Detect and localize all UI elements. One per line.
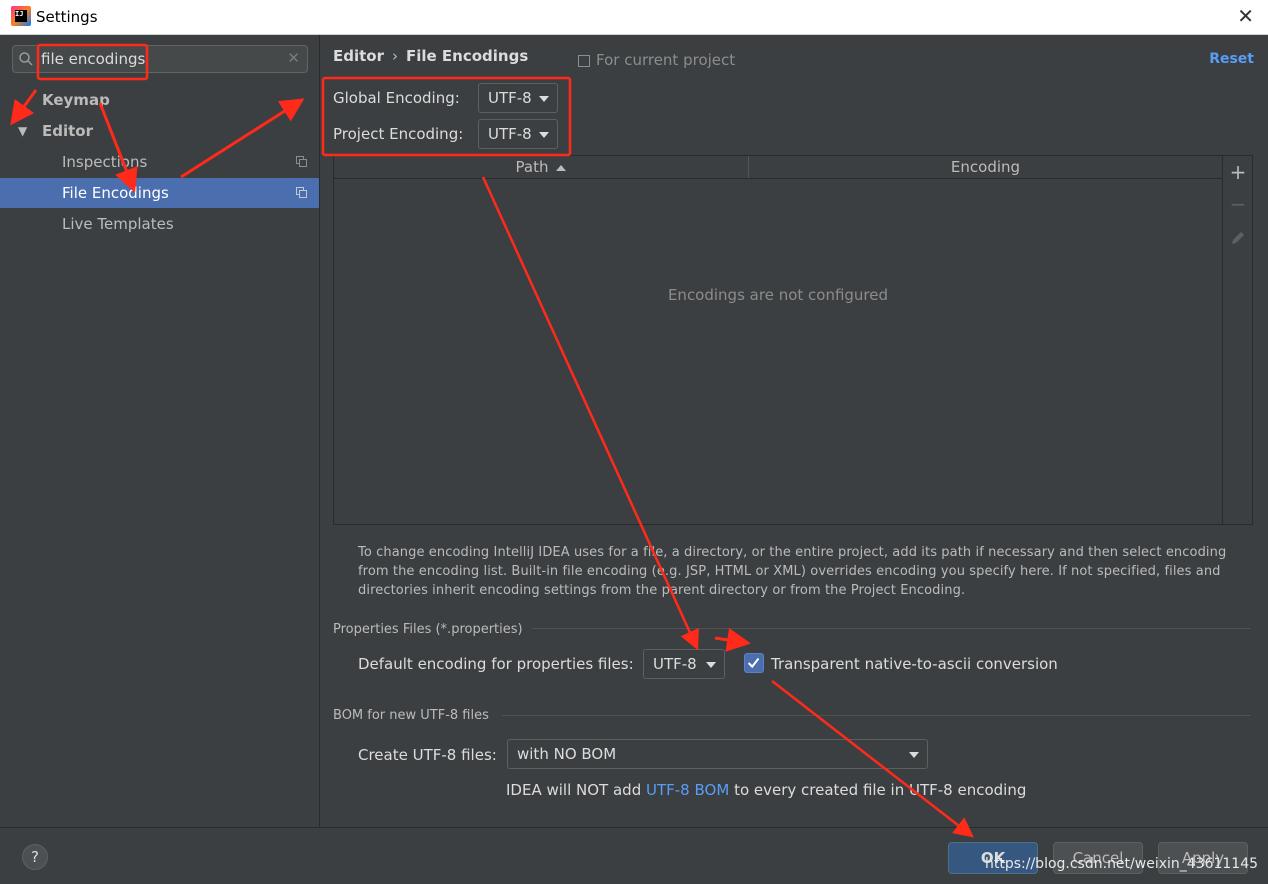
breadcrumb-parent[interactable]: Editor xyxy=(333,47,384,65)
tree-item-label: Editor xyxy=(42,122,93,140)
tree-item-label: Live Templates xyxy=(62,215,174,233)
project-scope-icon xyxy=(578,54,590,67)
project-encoding-label: Project Encoding: xyxy=(333,125,464,143)
title-bar: IJ Settings ✕ xyxy=(0,0,1268,35)
settings-sidebar: ✕ Keymap ▼ Editor Inspections File Encod… xyxy=(0,35,320,827)
bom-section-title: BOM for new UTF-8 files xyxy=(333,708,489,723)
breadcrumb-separator-icon: › xyxy=(392,47,398,65)
create-utf8-select[interactable]: with NO BOM xyxy=(507,739,928,769)
edit-icon[interactable] xyxy=(1228,228,1248,248)
project-scope-icon xyxy=(296,156,307,167)
watermark-text: https://blog.csdn.net/weixin_43611145 xyxy=(985,856,1259,872)
table-toolbar: + − xyxy=(1223,155,1253,525)
tree-item-live-templates[interactable]: Live Templates xyxy=(0,209,319,239)
column-header-path[interactable]: Path xyxy=(334,156,749,178)
table-empty-text: Encodings are not configured xyxy=(667,286,889,304)
column-header-label: Encoding xyxy=(950,158,1021,176)
sort-ascending-icon xyxy=(556,164,567,171)
tree-item-file-encodings[interactable]: File Encodings xyxy=(0,178,319,208)
default-properties-encoding-select[interactable]: UTF-8 xyxy=(643,649,725,679)
table-header: Path Encoding xyxy=(334,156,1222,179)
clear-icon[interactable]: ✕ xyxy=(287,49,300,67)
help-text: To change encoding IntelliJ IDEA uses fo… xyxy=(358,545,1227,598)
project-encoding-value: UTF-8 xyxy=(488,125,532,143)
bom-note-prefix: IDEA will NOT add xyxy=(506,781,642,799)
transparent-conversion-label[interactable]: Transparent native-to-ascii conversion xyxy=(771,655,1058,673)
check-icon xyxy=(747,657,760,669)
chevron-down-icon xyxy=(706,662,716,668)
bom-note-suffix: to every created file in UTF-8 encoding xyxy=(734,781,1027,799)
column-header-label: Path xyxy=(515,158,549,176)
utf8-bom-link[interactable]: UTF-8 BOM xyxy=(646,781,729,799)
search-input[interactable] xyxy=(41,49,286,69)
bom-note: IDEA will NOT add UTF-8 BOM to every cre… xyxy=(506,781,1026,799)
project-encoding-select[interactable]: UTF-8 xyxy=(478,119,558,149)
dialog-button-bar: ? OK Cancel Apply https://blog.csdn.net/… xyxy=(0,827,1268,884)
column-header-encoding[interactable]: Encoding xyxy=(749,156,1222,178)
default-properties-encoding-label: Default encoding for properties files: xyxy=(358,655,634,673)
close-icon[interactable]: ✕ xyxy=(1237,4,1254,28)
expand-arrow-icon[interactable]: ▼ xyxy=(18,116,27,146)
global-encoding-select[interactable]: UTF-8 xyxy=(478,83,558,113)
chevron-down-icon xyxy=(909,752,919,758)
tree-item-label: Inspections xyxy=(62,153,148,171)
window-title: Settings xyxy=(36,8,98,26)
global-encoding-label: Global Encoding: xyxy=(333,89,460,107)
tree-item-label: File Encodings xyxy=(62,184,169,202)
scope-indicator: For current project xyxy=(578,51,735,69)
tree-item-editor[interactable]: ▼ Editor xyxy=(0,116,319,146)
reset-link[interactable]: Reset xyxy=(1209,51,1254,67)
create-utf8-value: with NO BOM xyxy=(517,745,617,763)
section-divider xyxy=(502,715,1251,716)
tree-item-inspections[interactable]: Inspections xyxy=(0,147,319,177)
tree-item-keymap[interactable]: Keymap xyxy=(0,85,319,115)
tree-item-label: Keymap xyxy=(42,91,110,109)
properties-section-title: Properties Files (*.properties) xyxy=(333,622,523,637)
create-utf8-label: Create UTF-8 files: xyxy=(358,746,497,764)
breadcrumb: Editor › File Encodings xyxy=(333,47,528,65)
help-button[interactable]: ? xyxy=(22,844,48,870)
search-icon xyxy=(19,52,33,66)
transparent-conversion-checkbox[interactable] xyxy=(744,653,764,673)
add-icon[interactable]: + xyxy=(1228,162,1248,182)
intellij-idea-icon: IJ xyxy=(11,6,31,26)
remove-icon[interactable]: − xyxy=(1228,194,1248,214)
global-encoding-value: UTF-8 xyxy=(488,89,532,107)
encodings-table[interactable]: Path Encoding Encodings are not configur… xyxy=(333,155,1223,525)
settings-content: Editor › File Encodings For current projec… xyxy=(320,35,1268,827)
search-box[interactable]: ✕ xyxy=(12,45,308,73)
breadcrumb-current: File Encodings xyxy=(406,47,529,65)
default-properties-encoding-value: UTF-8 xyxy=(653,655,697,673)
chevron-down-icon xyxy=(539,96,549,102)
project-scope-icon xyxy=(296,187,307,198)
chevron-down-icon xyxy=(539,132,549,138)
scope-label: For current project xyxy=(596,51,736,69)
section-divider xyxy=(532,628,1251,629)
